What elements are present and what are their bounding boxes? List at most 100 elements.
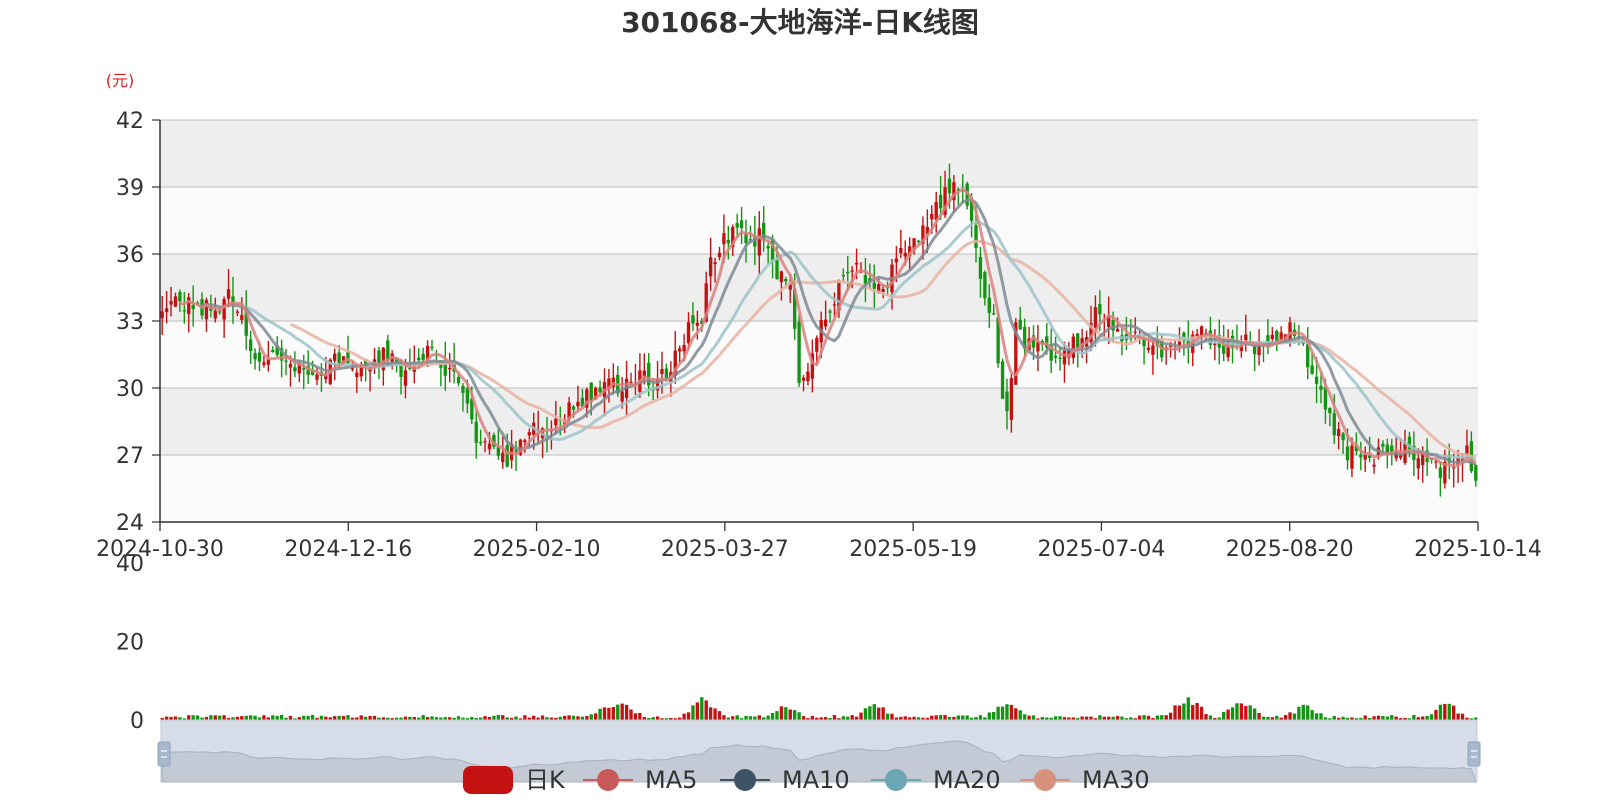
candle-body <box>629 381 633 384</box>
volume-bar <box>337 715 341 720</box>
volume-bar <box>1412 715 1416 720</box>
volume-bar <box>784 707 788 720</box>
volume-bar <box>341 715 346 720</box>
candle-body <box>589 382 593 401</box>
candle-body <box>916 240 921 242</box>
volume-bar <box>333 716 337 720</box>
x-tick-label: 2024-12-16 <box>284 537 412 562</box>
price-band <box>160 254 1478 321</box>
volume-bar <box>571 715 576 720</box>
volume-bar <box>1089 716 1093 720</box>
volume-bar <box>832 715 837 720</box>
candle-body <box>947 178 952 194</box>
candle-body <box>598 387 602 393</box>
volume-bar <box>372 715 377 720</box>
volume-bar <box>775 711 779 720</box>
volume-bar <box>275 716 279 720</box>
volume-bar <box>735 715 739 720</box>
volume-bar <box>1222 711 1226 720</box>
volume-bar <box>1306 705 1310 720</box>
volume-bar <box>1009 704 1014 720</box>
volume-bar <box>589 714 593 720</box>
candle-body <box>1058 357 1062 359</box>
candle-body <box>1146 347 1151 350</box>
candle-body <box>1270 334 1275 339</box>
candle-body <box>1341 433 1345 441</box>
volume-bar <box>934 715 938 720</box>
volume-bar <box>1177 705 1182 720</box>
candle-body <box>930 214 934 220</box>
candle-body <box>757 228 761 256</box>
volume-bar <box>1168 712 1173 720</box>
legend-label: MA10 <box>782 766 850 794</box>
candle-body <box>682 344 686 352</box>
volume-bar <box>456 716 461 720</box>
volume-bar <box>704 700 708 720</box>
volume-bar <box>514 716 518 720</box>
volume-bar <box>1443 703 1447 720</box>
volume-bar <box>421 715 425 720</box>
candle-body <box>222 299 226 320</box>
y-tick-label: 24 <box>116 511 144 536</box>
volume-bar <box>1319 713 1323 720</box>
volume-bar <box>262 715 266 720</box>
candle-body <box>823 319 828 327</box>
volume-bar <box>987 712 991 720</box>
candle-body <box>288 363 293 368</box>
volume-bar <box>872 704 876 720</box>
candle-body <box>478 442 483 444</box>
volume-bar <box>302 715 306 720</box>
volume-bar <box>222 715 226 720</box>
candle-body <box>182 310 187 312</box>
y-tick-label: 27 <box>116 444 144 469</box>
volume-bar <box>1027 715 1031 720</box>
volume-bar <box>1160 715 1164 720</box>
candle-body <box>894 258 899 263</box>
price-band <box>160 388 1478 455</box>
volume-bar <box>585 716 589 720</box>
candle-body <box>474 421 478 443</box>
candle-body <box>987 297 991 313</box>
volume-bar <box>240 716 244 720</box>
candle-body <box>974 225 978 249</box>
candle-body <box>173 296 178 307</box>
volume-bar <box>965 715 969 720</box>
volume-bar <box>483 716 487 720</box>
volume-bar <box>1297 706 1301 720</box>
candle-body <box>934 202 938 220</box>
volume-bar <box>620 703 624 720</box>
volume-bar <box>1460 713 1465 720</box>
x-tick-label: 2025-03-27 <box>661 537 789 562</box>
volume-bar <box>638 712 642 720</box>
volume-bar <box>691 705 695 720</box>
candle-body <box>1474 465 1478 481</box>
candle-body <box>1115 328 1120 332</box>
volume-bar <box>708 707 713 720</box>
candle-body <box>456 377 461 384</box>
datazoom-left-handle[interactable] <box>157 741 171 767</box>
volume-bar <box>1146 715 1151 720</box>
candle-body <box>240 315 244 320</box>
volume-tick-label: 20 <box>116 631 144 656</box>
candle-body <box>1345 446 1350 461</box>
candle-body <box>775 259 779 280</box>
volume-bar <box>930 715 934 720</box>
volume-bar <box>306 715 310 720</box>
candle-body <box>160 311 164 319</box>
volume-bar <box>567 715 571 720</box>
candle-body <box>483 441 487 443</box>
volume-bar <box>1137 715 1142 720</box>
volume-bar <box>700 697 704 720</box>
candle-body <box>1319 385 1323 390</box>
volume-bar <box>213 715 217 720</box>
volume-bar <box>1195 702 1199 720</box>
datazoom-right-handle[interactable] <box>1467 741 1481 767</box>
candle-body <box>1438 467 1443 478</box>
volume-bar <box>540 715 545 720</box>
volume-bar <box>1014 708 1018 720</box>
candle-body <box>1244 334 1248 341</box>
volume-bar <box>1239 703 1244 720</box>
candle-body <box>315 374 319 380</box>
candle-body <box>832 304 837 306</box>
candle-body <box>501 452 505 463</box>
